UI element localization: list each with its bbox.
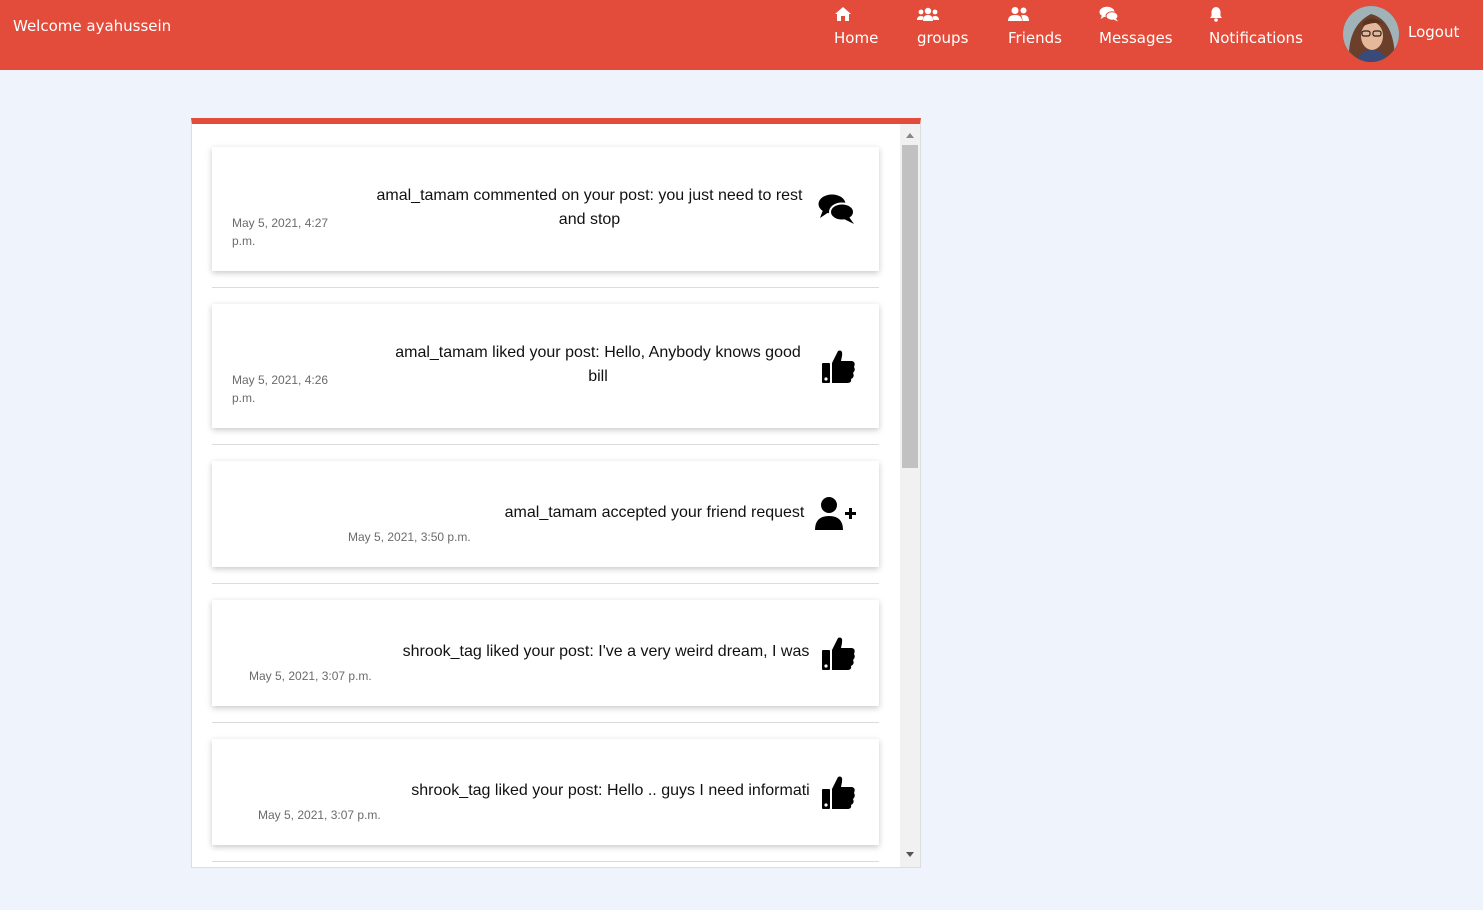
nav-notifications[interactable]: Notifications	[1209, 0, 1303, 70]
notification-date: May 5, 2021, 3:07 p.m.	[249, 667, 372, 685]
notification-date: May 5, 2021, 4:26 p.m.	[232, 371, 328, 407]
scrollbar[interactable]	[900, 124, 920, 867]
thumbs-up-icon	[822, 350, 855, 383]
friends-icon	[1008, 7, 1029, 21]
thumbs-up-icon	[822, 776, 855, 809]
nav-messages[interactable]: Messages	[1099, 0, 1173, 70]
comments-icon	[818, 194, 855, 224]
notification-card[interactable]: shrook_tag liked your post: I've a very …	[212, 600, 879, 706]
home-icon	[835, 7, 851, 21]
notification-card[interactable]: shrook_tag liked your post: Hello .. guy…	[212, 739, 879, 845]
notification-text: shrook_tag liked your post: Hello .. guy…	[409, 779, 812, 803]
notification-date: May 5, 2021, 3:50 p.m.	[348, 528, 471, 546]
avatar[interactable]	[1343, 6, 1399, 62]
notification-separator	[212, 444, 879, 445]
notification-separator	[212, 287, 879, 288]
notification-date-line: May 5, 2021, 4:26	[232, 373, 329, 387]
notification-text-line: amal_tamam liked your post: Hello, Anybo…	[395, 344, 801, 361]
notification-text-line: amal_tamam accepted your friend request	[504, 504, 805, 521]
notification-date-line: May 5, 2021, 3:07 p.m.	[249, 669, 372, 683]
notification-separator	[212, 583, 879, 584]
notification-date-line: May 5, 2021, 3:50 p.m.	[348, 530, 471, 544]
notification-text: amal_tamam commented on your post: you j…	[372, 184, 807, 232]
notifications-list: amal_tamam commented on your post: you j…	[192, 124, 900, 867]
notification-text-line: and stop	[558, 211, 621, 228]
notification-text: shrook_tag liked your post: I've a very …	[400, 640, 812, 664]
scroll-down-arrow-icon[interactable]	[900, 848, 920, 862]
scroll-up-arrow-icon[interactable]	[900, 128, 920, 142]
groups-icon	[917, 7, 939, 21]
avatar-image	[1343, 6, 1399, 62]
notification-text-line: shrook_tag liked your post: I've a very …	[402, 643, 810, 660]
nav-home[interactable]: Home	[834, 0, 879, 70]
nav-messages-label: Messages	[1099, 29, 1173, 47]
notification-separator	[212, 722, 879, 723]
scrollbar-thumb[interactable]	[902, 145, 918, 468]
notification-card[interactable]: amal_tamam liked your post: Hello, Anybo…	[212, 304, 879, 428]
notification-text: amal_tamam liked your post: Hello, Anybo…	[372, 341, 824, 389]
notification-text-line: shrook_tag liked your post: Hello .. guy…	[411, 782, 810, 799]
top-navbar: Welcome ayahussein Home groups Friends M…	[0, 0, 1483, 70]
nav-home-label: Home	[834, 29, 879, 47]
notification-date-line: p.m.	[232, 391, 256, 405]
notification-date-line: May 5, 2021, 3:07 p.m.	[258, 808, 381, 822]
notification-separator	[212, 861, 879, 862]
notification-date-line: May 5, 2021, 4:27	[232, 216, 329, 230]
notification-date: May 5, 2021, 3:07 p.m.	[258, 806, 381, 824]
welcome-text: Welcome ayahussein	[13, 17, 172, 35]
nav-notifications-label: Notifications	[1209, 29, 1303, 47]
nav-friends-label: Friends	[1008, 29, 1062, 47]
nav-friends[interactable]: Friends	[1008, 0, 1062, 70]
notification-text: amal_tamam accepted your friend request	[502, 501, 807, 525]
notification-date: May 5, 2021, 4:27 p.m.	[232, 214, 328, 250]
messages-icon	[1099, 6, 1119, 22]
nav-groups-label: groups	[917, 29, 969, 47]
notification-text-line: amal_tamam commented on your post: you j…	[376, 187, 803, 204]
logout-link[interactable]: Logout	[1408, 23, 1459, 41]
notification-card[interactable]: amal_tamam commented on your post: you j…	[212, 147, 879, 271]
bell-icon	[1210, 7, 1222, 22]
notification-card[interactable]: amal_tamam accepted your friend request …	[212, 461, 879, 567]
user-plus-icon	[815, 497, 856, 530]
nav-groups[interactable]: groups	[917, 0, 969, 70]
notification-date-line: p.m.	[232, 234, 256, 248]
notification-text-line: bill	[588, 368, 608, 385]
thumbs-up-icon	[822, 637, 855, 670]
notifications-panel: amal_tamam commented on your post: you j…	[191, 118, 921, 868]
